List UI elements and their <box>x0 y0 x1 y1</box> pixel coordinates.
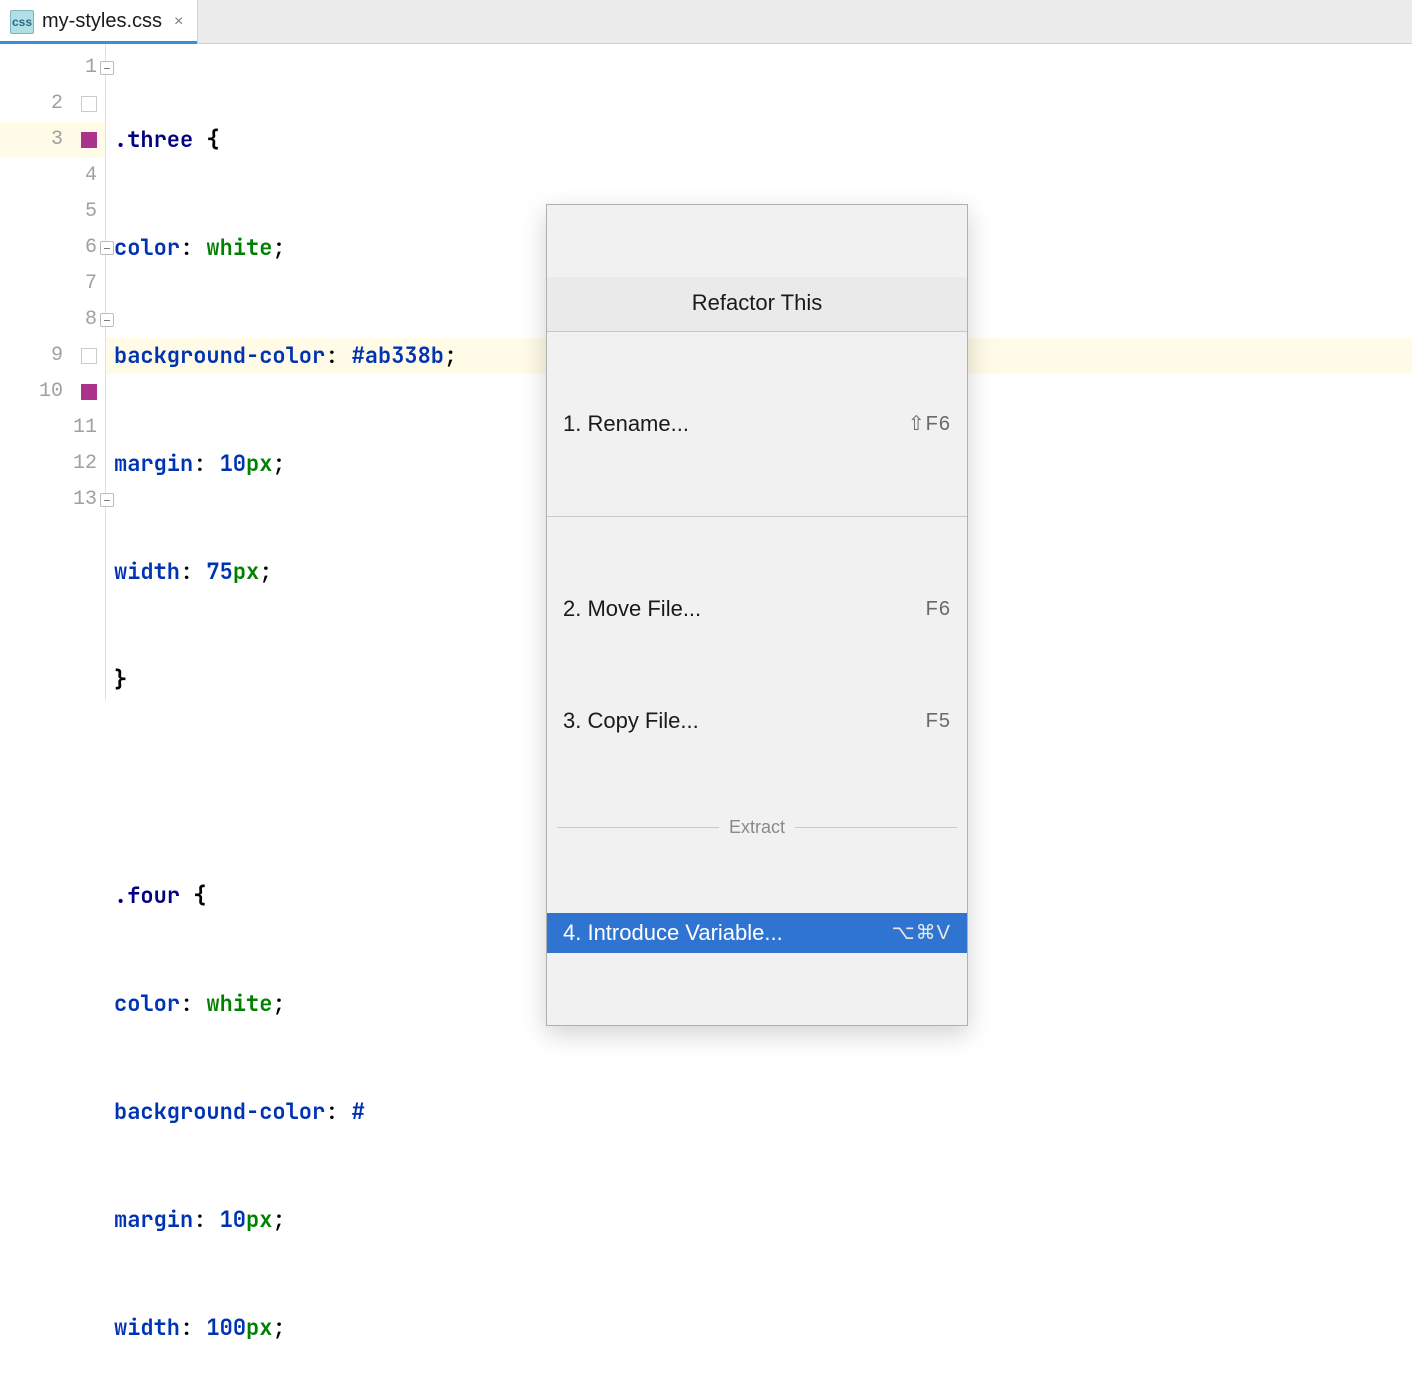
shortcut: F6 <box>926 591 951 627</box>
line-number: 5 <box>69 194 97 230</box>
line-number: 8 <box>69 302 97 338</box>
gutter-line: 13 <box>0 482 105 518</box>
popup-section-extract: Extract <box>547 813 967 841</box>
punct: : <box>193 446 206 482</box>
punct: : <box>193 1202 206 1238</box>
code-line: background-color: # <box>114 1094 1412 1130</box>
punct: ; <box>272 986 285 1022</box>
selector: .four <box>114 878 180 914</box>
punct: } <box>114 662 127 698</box>
punct: ; <box>259 554 272 590</box>
line-number: 2 <box>35 86 63 122</box>
value: #ab338b <box>338 338 444 374</box>
popup-title: Refactor This <box>547 277 967 332</box>
popup-item-rename[interactable]: 1. Rename... ⇧F6 <box>547 404 967 444</box>
unit: px <box>246 1310 272 1346</box>
code-line: width: 100px; <box>114 1310 1412 1346</box>
gutter-line: 9 <box>0 338 105 374</box>
popup-item-label: 3. Copy File... <box>563 703 699 739</box>
file-tab[interactable]: css my-styles.css × <box>0 0 198 43</box>
gutter-line: 3 <box>0 122 105 158</box>
css-file-icon: css <box>10 10 34 34</box>
property: width <box>114 554 180 590</box>
tab-label: my-styles.css <box>42 10 162 33</box>
line-number: 12 <box>69 446 97 482</box>
color-swatch-icon[interactable] <box>81 348 97 364</box>
punct: ; <box>272 1310 285 1346</box>
gutter-line: 10 <box>0 374 105 410</box>
tab-bar: css my-styles.css × <box>0 0 1412 44</box>
line-number: 1 <box>69 50 97 86</box>
gutter-line: 12 <box>0 446 105 482</box>
line-number: 11 <box>69 410 97 446</box>
gutter-line: 7 <box>0 266 105 302</box>
property: background-color <box>114 338 325 374</box>
punct: ; <box>272 446 285 482</box>
punct: : <box>180 986 193 1022</box>
popup-item-label: 2. Move File... <box>563 591 701 627</box>
popup-item-label: 4. Introduce Variable... <box>563 915 783 951</box>
gutter-line: 4 <box>0 158 105 194</box>
line-number: 6 <box>69 230 97 266</box>
value: 10 <box>206 1202 246 1238</box>
color-swatch-icon[interactable] <box>81 384 97 400</box>
popup-item-label: 1. Rename... <box>563 406 689 442</box>
separator <box>547 516 967 517</box>
value: white <box>193 230 272 266</box>
unit: px <box>246 1202 272 1238</box>
shortcut: ⇧F6 <box>908 406 951 442</box>
value: 10 <box>206 446 246 482</box>
unit: px <box>233 554 259 590</box>
gutter-line: 5 <box>0 194 105 230</box>
punct: ; <box>272 1202 285 1238</box>
code-line: margin: 10px; <box>114 1202 1412 1238</box>
editor: 1 2 3 4 5 6 7 8 9 <box>0 44 1412 700</box>
gutter-line: 1 <box>0 50 105 86</box>
line-number: 7 <box>69 266 97 302</box>
punct: { <box>193 122 219 158</box>
refactor-popup: Refactor This 1. Rename... ⇧F6 2. Move F… <box>546 204 968 1026</box>
property: margin <box>114 446 193 482</box>
punct: ; <box>444 338 457 374</box>
shortcut: ⌥⌘V <box>892 915 951 951</box>
punct: : <box>325 1094 338 1130</box>
line-number: 3 <box>35 122 63 158</box>
code-area[interactable]: .three { color: white; background-color:… <box>106 44 1412 700</box>
line-number: 9 <box>35 338 63 374</box>
punct: : <box>325 338 338 374</box>
popup-item-move[interactable]: 2. Move File... F6 <box>547 589 967 629</box>
property: color <box>114 230 180 266</box>
selector: .three <box>114 122 193 158</box>
gutter-line: 11 <box>0 410 105 446</box>
unit: px <box>246 446 272 482</box>
property: margin <box>114 1202 193 1238</box>
popup-item-copy[interactable]: 3. Copy File... F5 <box>547 701 967 741</box>
property: color <box>114 986 180 1022</box>
color-swatch-icon[interactable] <box>81 132 97 148</box>
close-icon[interactable]: × <box>174 13 183 31</box>
punct: { <box>180 878 206 914</box>
punct: : <box>180 230 193 266</box>
gutter-line: 6 <box>0 230 105 266</box>
property: background-color <box>114 1094 325 1130</box>
line-number: 13 <box>69 482 97 518</box>
line-number: 4 <box>69 158 97 194</box>
punct: : <box>180 554 193 590</box>
line-number: 10 <box>35 374 63 410</box>
popup-item-introduce-variable[interactable]: 4. Introduce Variable... ⌥⌘V <box>547 913 967 953</box>
color-swatch-icon[interactable] <box>81 96 97 112</box>
code-line: .three { <box>114 122 1412 158</box>
gutter: 1 2 3 4 5 6 7 8 9 <box>0 44 106 700</box>
shortcut: F5 <box>926 703 951 739</box>
value: white <box>193 986 272 1022</box>
punct: : <box>180 1310 193 1346</box>
punct: ; <box>272 230 285 266</box>
popup-section-label: Extract <box>729 809 785 845</box>
value: 75 <box>193 554 233 590</box>
value: 100 <box>193 1310 246 1346</box>
gutter-line: 8 <box>0 302 105 338</box>
property: width <box>114 1310 180 1346</box>
value: # <box>338 1094 364 1130</box>
gutter-line: 2 <box>0 86 105 122</box>
